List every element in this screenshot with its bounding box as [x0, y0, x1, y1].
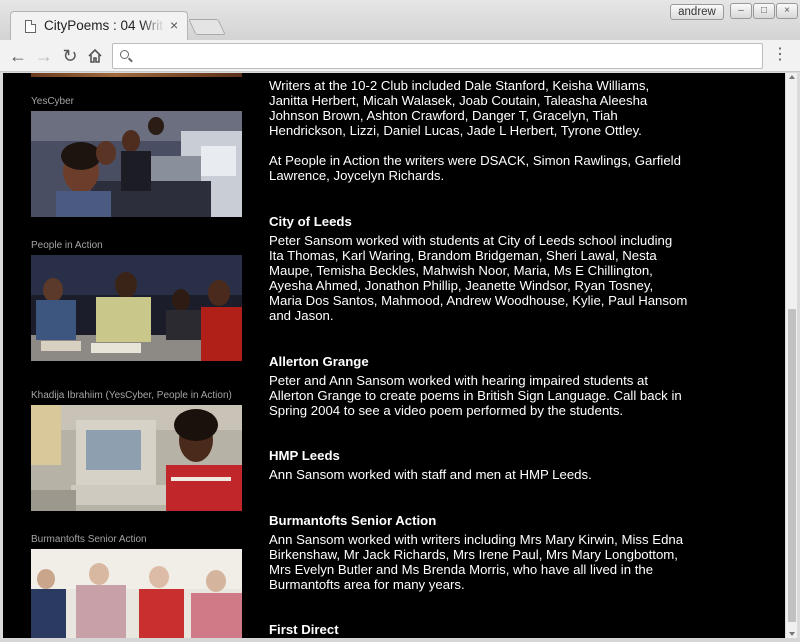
scroll-up-arrow-icon[interactable]	[789, 75, 795, 79]
maximize-icon[interactable]: □	[753, 3, 775, 19]
section-heading-city-of-leeds: City of Leeds	[269, 214, 352, 229]
menu-icon[interactable]: ⋮	[770, 44, 790, 68]
search-icon	[120, 50, 129, 59]
photo-top-partial	[31, 73, 242, 77]
photo-yescyber	[31, 111, 242, 217]
address-bar[interactable]	[112, 43, 763, 69]
new-tab-button[interactable]	[188, 19, 226, 35]
vertical-scrollbar[interactable]	[785, 73, 797, 638]
intro-paragraph-10-2-club: Writers at the 10-2 Club included Dale S…	[269, 78, 650, 138]
back-icon[interactable]: ←	[6, 44, 30, 68]
section-body-allerton-grange: Peter and Ann Sansom worked with hearing…	[269, 373, 682, 418]
reload-icon[interactable]: ↻	[58, 44, 82, 68]
close-icon[interactable]: ×	[170, 17, 178, 33]
tab-title-fade	[141, 14, 165, 38]
section-body-burmantofts: Ann Sansom worked with writers including…	[269, 532, 684, 592]
page-icon	[25, 20, 36, 33]
window-bottom-edge	[0, 638, 800, 642]
section-body-city-of-leeds: Peter Sansom worked with students at Cit…	[269, 233, 688, 323]
forward-icon[interactable]: →	[32, 44, 56, 68]
section-heading-first-direct: First Direct	[269, 622, 339, 637]
browser-window: CityPoems : 04 Writers × andrew – □ × ← …	[0, 0, 800, 642]
photo-caption-yescyber: YesCyber	[31, 96, 74, 107]
photo-caption-people-in-action: People in Action	[31, 240, 103, 251]
tab-strip: CityPoems : 04 Writers × andrew – □ ×	[0, 0, 800, 40]
intro-paragraph-people-in-action: At People in Action the writers were DSA…	[269, 153, 681, 183]
section-heading-hmp-leeds: HMP Leeds	[269, 448, 340, 463]
photo-caption-burmantofts: Burmantofts Senior Action	[31, 534, 147, 545]
profile-button[interactable]: andrew	[670, 4, 724, 20]
photo-people-in-action	[31, 255, 242, 361]
photo-burmantofts	[31, 549, 242, 638]
section-body-hmp-leeds: Ann Sansom worked with staff and men at …	[269, 467, 592, 482]
home-icon[interactable]	[83, 44, 107, 68]
section-heading-burmantofts: Burmantofts Senior Action	[269, 513, 437, 528]
scroll-down-arrow-icon[interactable]	[789, 632, 795, 636]
photo-khadija	[31, 405, 242, 511]
photo-caption-khadija: Khadija Ibrahiim (YesCyber, People in Ac…	[31, 390, 232, 401]
minimize-icon[interactable]: –	[730, 3, 752, 19]
toolbar: ← → ↻ ⋮	[0, 40, 800, 72]
section-heading-allerton-grange: Allerton Grange	[269, 354, 369, 369]
window-close-icon[interactable]: ×	[776, 3, 798, 19]
page-viewport: YesCyber People in Action Khadija Ibrahi…	[3, 73, 785, 638]
scroll-thumb[interactable]	[788, 309, 796, 622]
active-tab[interactable]: CityPoems : 04 Writers ×	[10, 11, 188, 40]
